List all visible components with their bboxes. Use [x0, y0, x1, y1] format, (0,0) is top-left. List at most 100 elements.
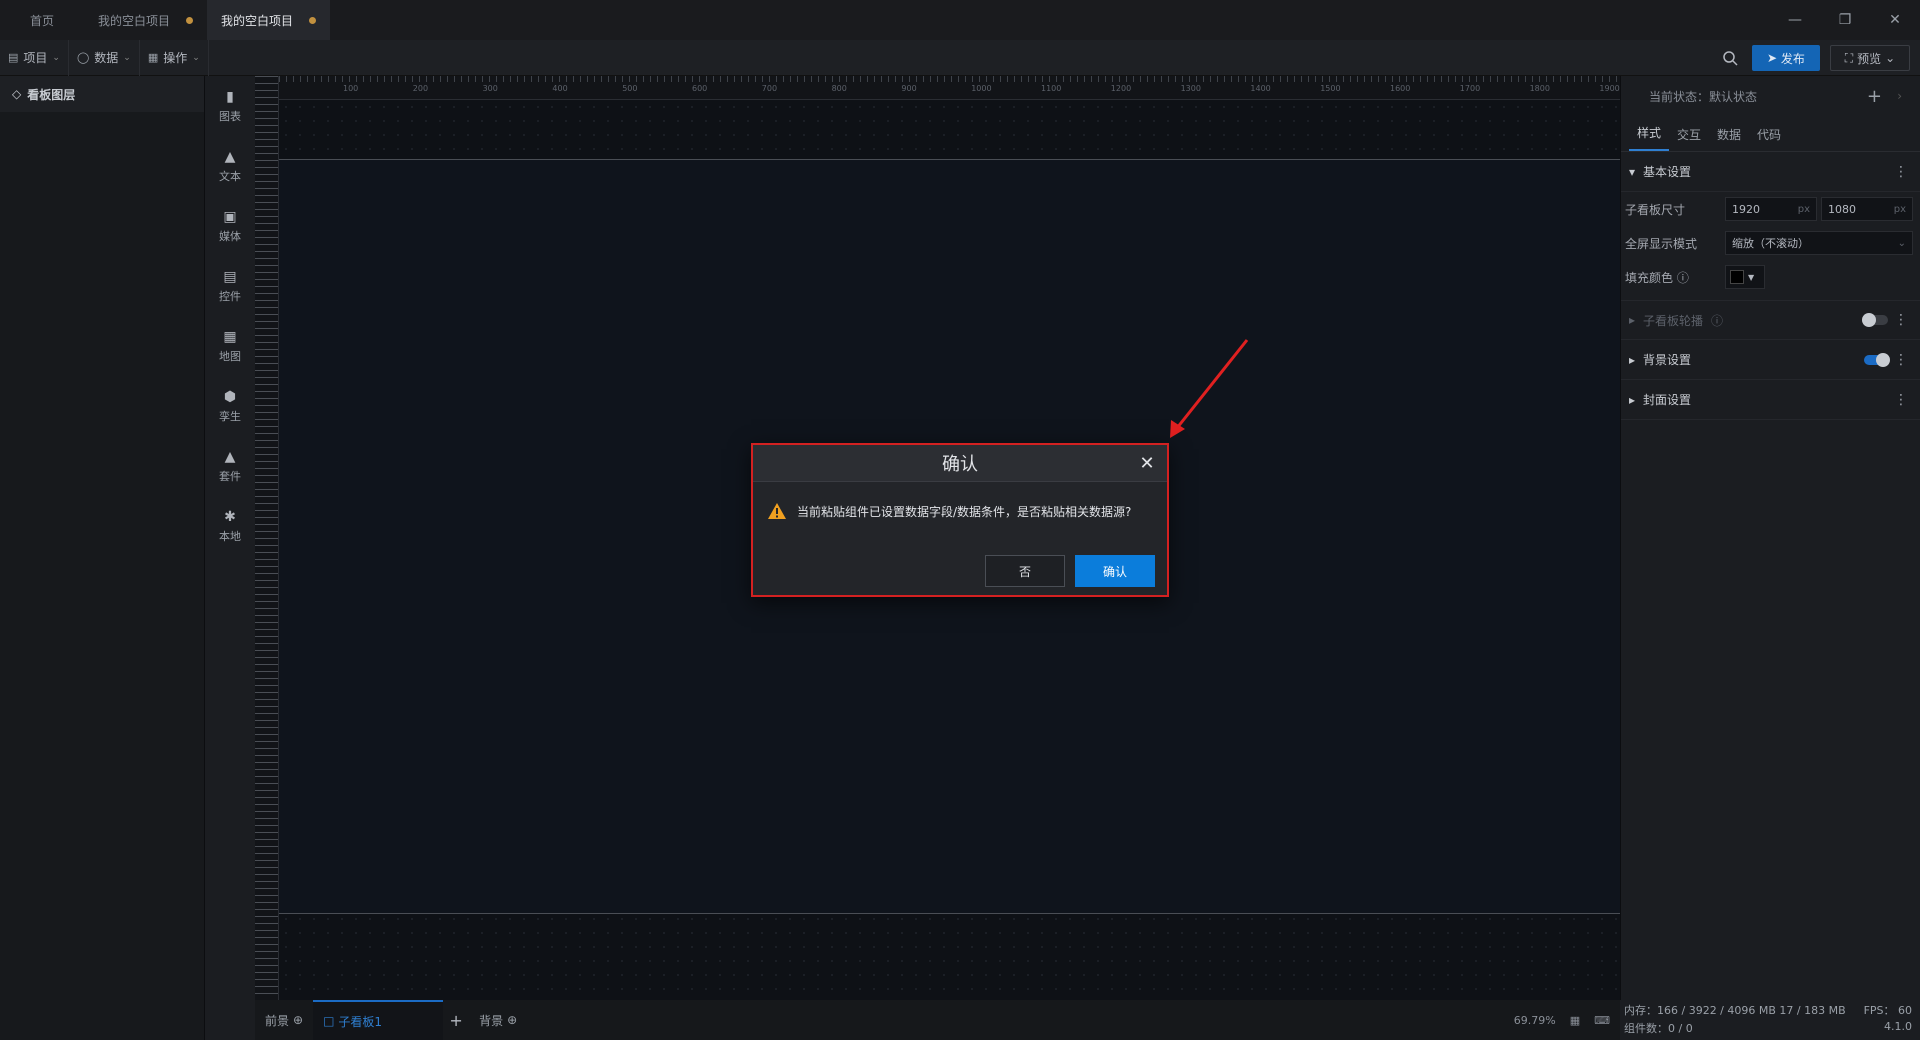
foreground-tab[interactable]: 前景 ⊕ [255, 1000, 313, 1040]
fps-status: FPS： 60 [1863, 1004, 1912, 1017]
control-icon: ▤ [223, 268, 237, 285]
subboard-label: 子看板1 [338, 1014, 383, 1029]
add-state-icon[interactable]: + [1867, 86, 1882, 107]
tab-interaction[interactable]: 交互 [1669, 126, 1709, 151]
tab-project-2[interactable]: 我的空白项目 [207, 0, 331, 40]
component-label: 套件 [219, 469, 241, 483]
text-icon: ▲ [224, 148, 236, 165]
chevron-down-icon: ⌄ [52, 52, 60, 63]
toggle-knob [1862, 313, 1876, 327]
layers-title: 看板图层 [27, 87, 76, 102]
component-twin[interactable]: ⬢ 孪生 [205, 376, 255, 436]
add-circle-icon[interactable]: ⊕ [507, 1013, 517, 1027]
fullscreen-icon: ⛶ [1844, 50, 1854, 65]
component-local[interactable]: ✱ 本地 [205, 496, 255, 556]
component-kit[interactable]: ▲ 套件 [205, 436, 255, 496]
component-chart[interactable]: ▮ 图表 [205, 76, 255, 136]
carousel-toggle[interactable] [1862, 313, 1888, 327]
height-input[interactable]: 1080 px [1821, 197, 1913, 221]
fullscreen-select[interactable]: 缩放（不滚动） ⌄ [1725, 231, 1913, 255]
ruler-mark: 600 [692, 84, 708, 93]
memory-status: 内存：166 / 3922 / 4096 MB 17 / 183 MB [1624, 1004, 1846, 1017]
no-button[interactable]: 否 [985, 555, 1065, 587]
fill-color-picker[interactable]: ▼ [1725, 265, 1765, 289]
menu-operate[interactable]: ▦ 操作 ⌄ [140, 39, 209, 76]
section-background[interactable]: ▸ 背景设置 ⋮ [1621, 340, 1920, 380]
more-vertical-icon[interactable]: ⋮ [1894, 352, 1908, 368]
confirm-button[interactable]: 确认 [1075, 555, 1155, 587]
ruler-mark: 200 [412, 84, 429, 93]
state-value[interactable]: 默认状态 [1709, 88, 1757, 105]
properties-panel: 当前状态： 默认状态 + › 样式 交互 数据 代码 ▾ 基本设置 ⋮ 子看板尺寸 … [1620, 76, 1920, 1000]
component-text[interactable]: ▲ 文本 [205, 136, 255, 196]
tab-style[interactable]: 样式 [1629, 124, 1670, 151]
ruler-mark: 1300 [1180, 84, 1201, 93]
tab-label: 首页 [29, 13, 54, 28]
height-value: 1080 [1828, 202, 1856, 216]
close-icon[interactable]: ✕ [1870, 0, 1920, 40]
section-cover[interactable]: ▸ 封面设置 ⋮ [1621, 380, 1920, 420]
background-toggle[interactable] [1864, 352, 1890, 367]
send-icon: ➤ [1767, 51, 1781, 65]
state-label: 当前状态： [1649, 89, 1710, 104]
restore-icon[interactable]: ❐ [1820, 0, 1870, 40]
unit-label: px [1893, 203, 1906, 215]
search-icon[interactable] [1718, 46, 1742, 70]
fill-label-group: 填充颜色 ⓘ [1625, 269, 1725, 286]
add-subboard-button[interactable]: + [443, 1000, 469, 1040]
section-title: 基本设置 [1643, 165, 1692, 179]
media-icon: ▣ [223, 208, 237, 225]
chevron-right-icon[interactable]: › [1897, 89, 1902, 103]
subboard-tab[interactable]: □ 子看板1 [313, 1000, 444, 1040]
caret-right-icon: ▸ [1629, 313, 1636, 327]
component-media[interactable]: ▣ 媒体 [205, 196, 255, 256]
add-circle-icon[interactable]: ⊕ [293, 1013, 303, 1027]
background-tab[interactable]: 背景 ⊕ [469, 1000, 527, 1040]
tab-home[interactable]: 首页 [0, 0, 84, 40]
menu-project[interactable]: ▤ 项目 ⌄ [0, 39, 69, 76]
component-bar: ▮ 图表 ▲ 文本 ▣ 媒体 ▤ 控件 ▦ 地图 ⬢ 孪生 ▲ 套件 ✱ 本地 [205, 76, 255, 1040]
section-carousel[interactable]: ▸ 子看板轮播 ⓘ ⋮ [1621, 300, 1920, 340]
tab-label: 我的空白项目 [98, 13, 171, 28]
props-tabs: 样式 交互 数据 代码 [1621, 116, 1920, 152]
keyboard-icon[interactable]: ⌨ [1594, 1014, 1610, 1027]
ruler-mark: 1500 [1320, 84, 1341, 93]
layers-panel: ◇ 看板图层 [0, 76, 205, 1040]
chevron-down-icon: ⌄ [1897, 237, 1906, 249]
component-control[interactable]: ▤ 控件 [205, 256, 255, 316]
close-icon[interactable]: ✕ [1137, 453, 1157, 474]
tab-code[interactable]: 代码 [1749, 126, 1789, 151]
ruler-mark: 500 [622, 84, 638, 93]
width-input[interactable]: 1920 px [1725, 197, 1817, 221]
size-row: 子看板尺寸 1920 px 1080 px [1621, 192, 1920, 226]
ruler-mark: 100 [343, 84, 359, 93]
menu-data[interactable]: ◯ 数据 ⌄ [69, 39, 140, 76]
ruler-mark: 300 [482, 84, 498, 93]
more-vertical-icon[interactable]: ⋮ [1894, 164, 1908, 180]
section-title: 背景设置 [1643, 353, 1692, 367]
unit-label: px [1797, 203, 1810, 215]
minimize-icon[interactable]: — [1770, 0, 1820, 40]
help-icon[interactable]: ⓘ [1711, 312, 1723, 329]
section-basic[interactable]: ▾ 基本设置 ⋮ [1621, 152, 1920, 192]
help-icon[interactable]: ⓘ [1677, 271, 1689, 285]
more-vertical-icon[interactable]: ⋮ [1894, 312, 1908, 328]
component-count: 组件数：0 / 0 [1624, 1022, 1693, 1035]
preview-button[interactable]: ⛶ 预览 ⌄ [1830, 45, 1910, 71]
component-map[interactable]: ▦ 地图 [205, 316, 255, 376]
more-vertical-icon[interactable]: ⋮ [1894, 392, 1908, 408]
menu-label: 数据 [94, 51, 119, 65]
caret-down-icon: ▾ [1629, 164, 1636, 179]
unsaved-dot [309, 16, 317, 24]
toggle-knob [1876, 352, 1890, 367]
zoom-level[interactable]: 69.79% [1514, 1014, 1556, 1027]
map-icon: ▦ [223, 328, 237, 345]
ruler-mark: 1700 [1459, 84, 1481, 93]
dialog-body: 当前粘贴组件已设置数据字段/数据条件，是否粘贴相关数据源? [753, 482, 1167, 520]
tab-data[interactable]: 数据 [1709, 126, 1749, 151]
fit-icon[interactable]: ▦ [1570, 1014, 1580, 1027]
layers-header[interactable]: ◇ 看板图层 [0, 76, 204, 112]
tab-project-1[interactable]: 我的空白项目 [84, 0, 207, 40]
publish-button[interactable]: ➤ 发布 [1752, 45, 1820, 71]
component-label: 媒体 [219, 229, 241, 243]
